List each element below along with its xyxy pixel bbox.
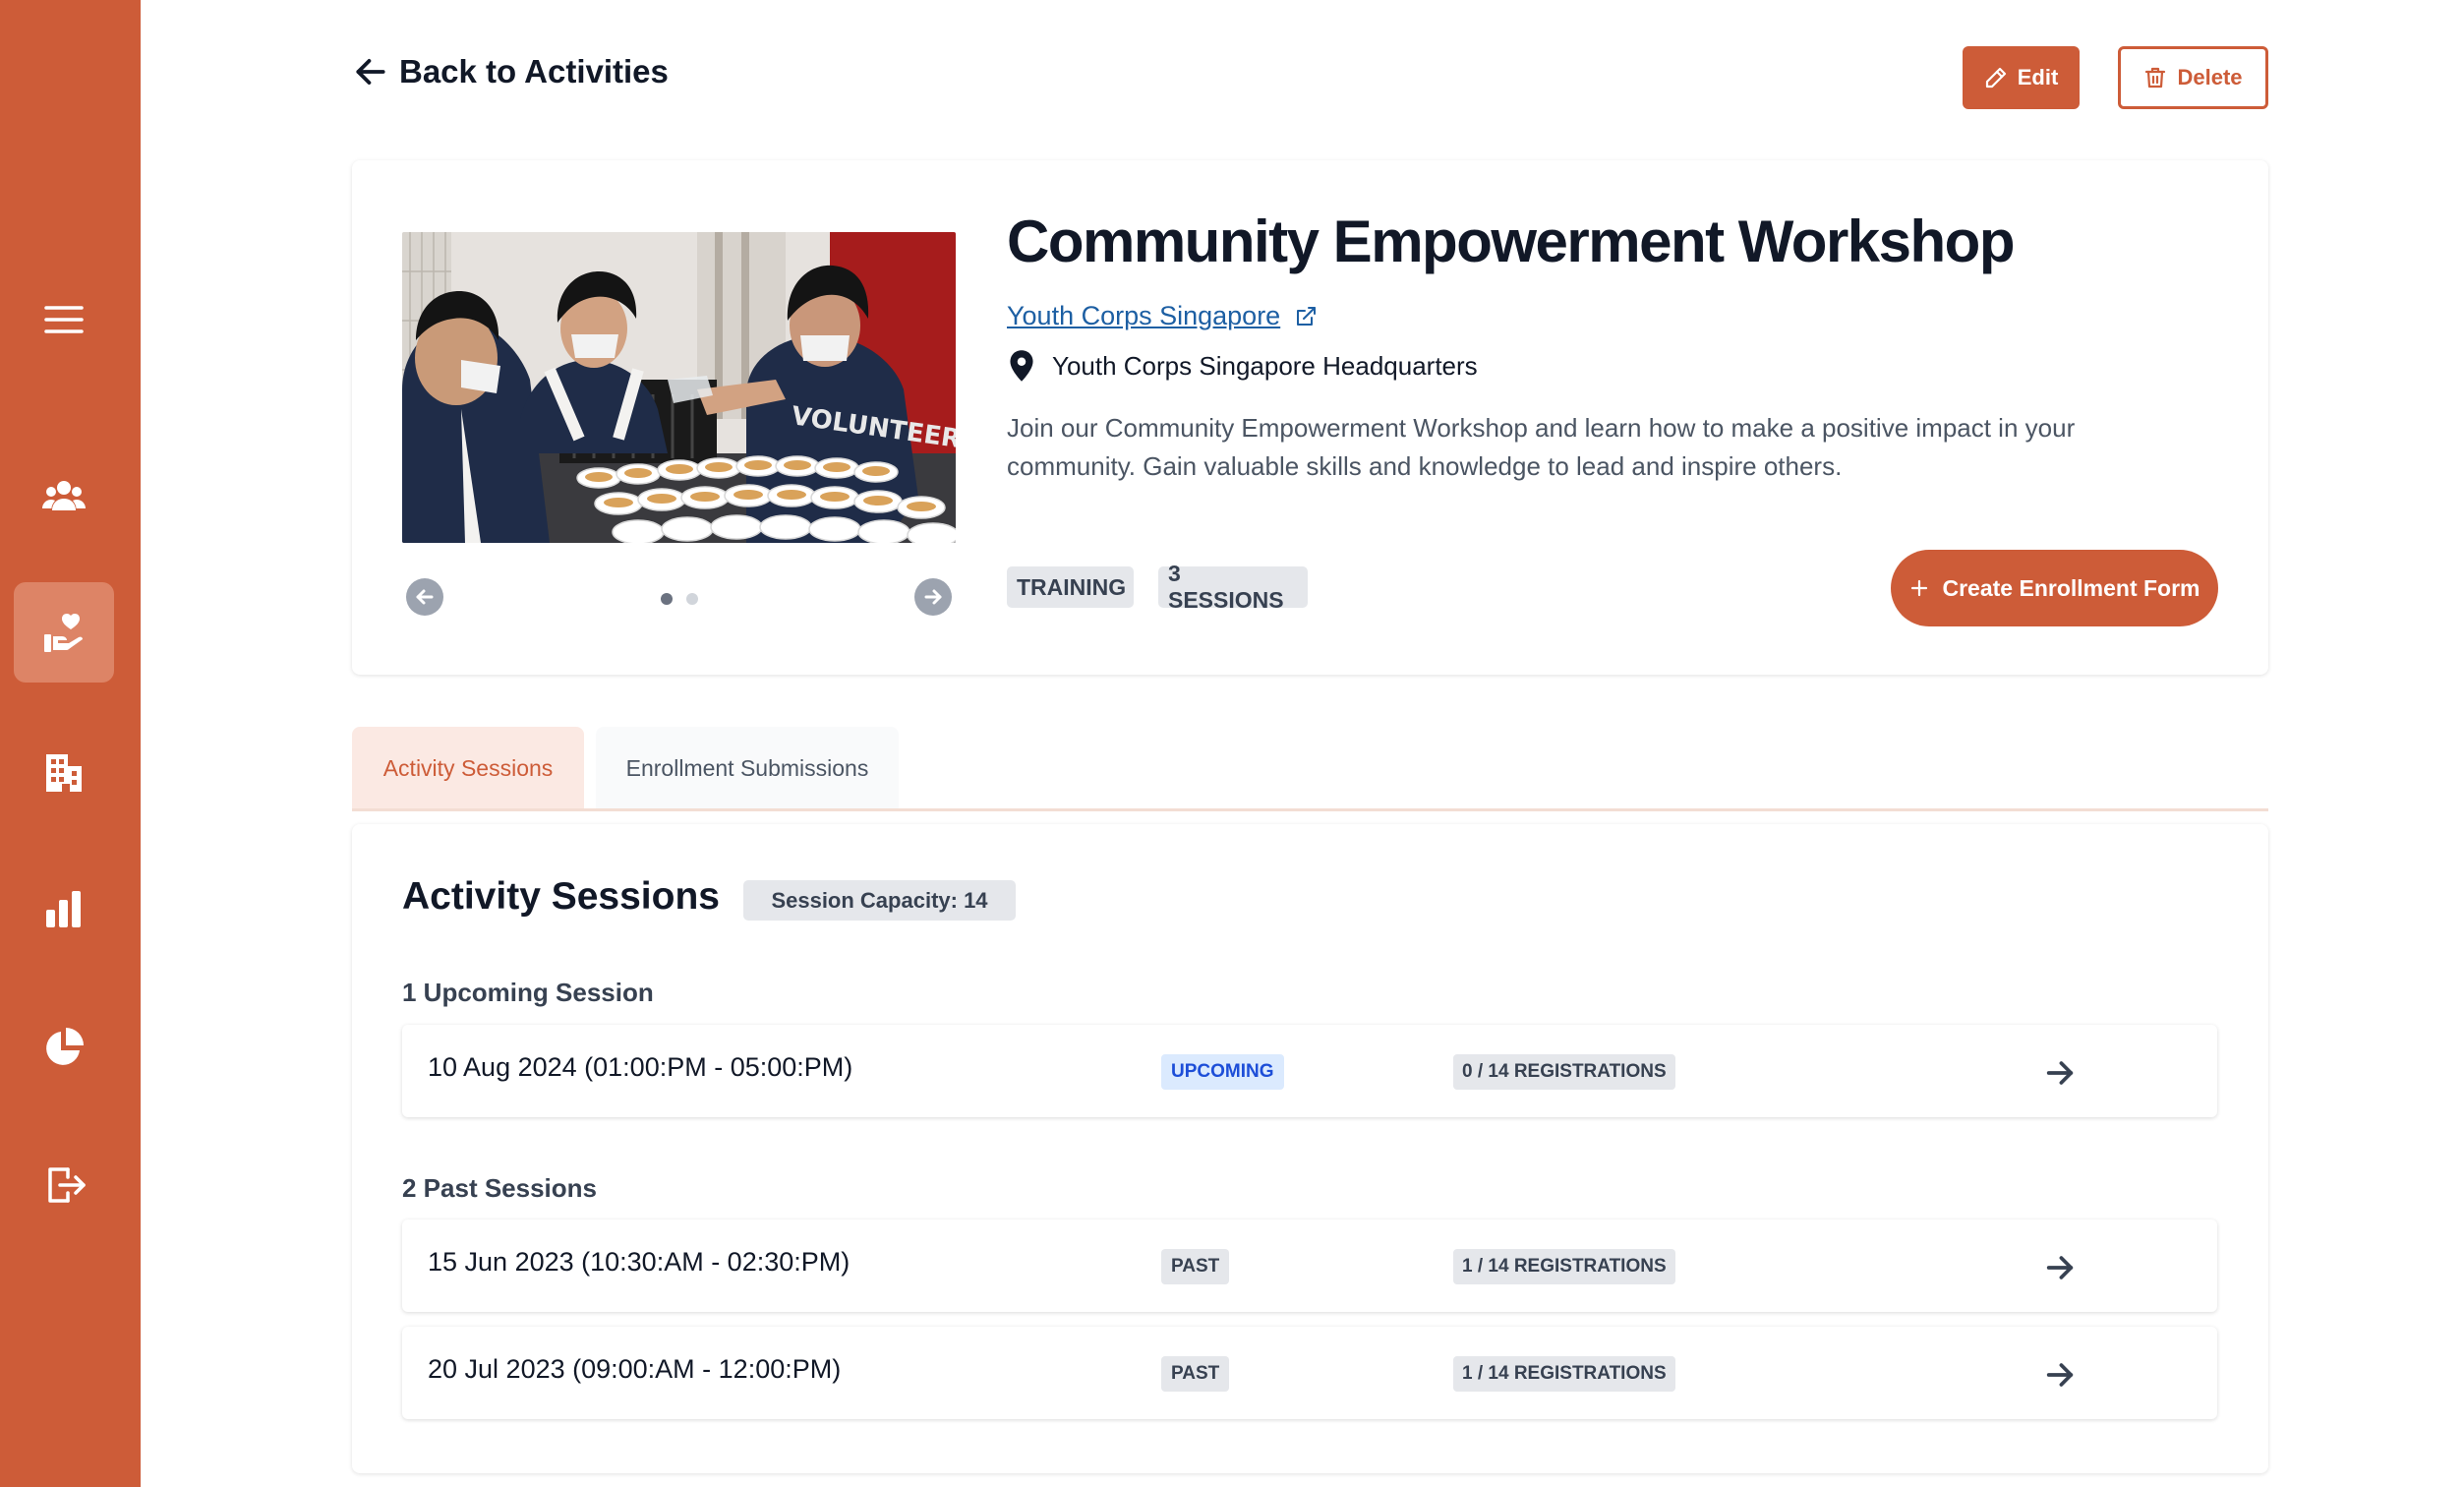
carousel-dot[interactable] <box>661 593 673 605</box>
session-row[interactable]: 15 Jun 2023 (10:30:AM - 02:30:PM) PAST 1… <box>402 1219 2217 1312</box>
capacity-badge: Session Capacity: 14 <box>743 880 1016 921</box>
tab-enrollment-submissions[interactable]: Enrollment Submissions <box>596 727 899 809</box>
upcoming-sessions-heading: 1 Upcoming Session <box>402 978 654 1007</box>
status-badge: PAST <box>1161 1356 1230 1392</box>
plus-icon <box>1910 579 1927 597</box>
back-label: Back to Activities <box>399 53 669 89</box>
building-icon <box>46 754 82 792</box>
map-pin-icon <box>1010 350 1033 382</box>
sidebar-item-reports[interactable] <box>14 860 114 960</box>
sidebar-item-logout[interactable] <box>14 1135 114 1235</box>
sidebar-item-activities[interactable] <box>14 582 114 683</box>
edit-button[interactable]: Edit <box>1963 46 2080 109</box>
pencil-icon <box>1985 67 2006 89</box>
logout-icon <box>48 1167 86 1203</box>
carousel-dot[interactable] <box>686 593 698 605</box>
arrow-right-icon[interactable] <box>2043 1358 2077 1392</box>
activity-type-tag: TRAINING <box>1007 566 1134 608</box>
delete-label: Delete <box>2177 65 2243 89</box>
create-enrollment-form-button[interactable]: Create Enrollment Form <box>1891 550 2218 626</box>
status-badge: PAST <box>1161 1249 1230 1284</box>
arrow-right-icon <box>924 589 942 605</box>
registrations-badge: 1 / 14 REGISTRATIONS <box>1453 1356 1675 1392</box>
arrow-right-icon[interactable] <box>2043 1251 2077 1284</box>
tab-divider <box>352 808 2268 811</box>
session-date: 10 Aug 2024 (01:00:PM - 05:00:PM) <box>428 1052 853 1082</box>
volunteer-icon <box>44 614 83 652</box>
sessions-card: Activity Sessions Session Capacity: 14 1… <box>352 824 2268 1473</box>
activity-title: Community Empowerment Workshop <box>1007 208 2015 274</box>
session-row[interactable]: 10 Aug 2024 (01:00:PM - 05:00:PM) UPCOMI… <box>402 1025 2217 1117</box>
activity-card: VOLUNTEER Community Empowerment Workshop… <box>352 160 2268 675</box>
sidebar-item-users[interactable] <box>14 446 114 547</box>
session-date: 15 Jun 2023 (10:30:AM - 02:30:PM) <box>428 1247 851 1277</box>
status-badge: UPCOMING <box>1161 1054 1284 1090</box>
sessions-title: Activity Sessions <box>402 875 720 918</box>
session-date: 20 Jul 2023 (09:00:AM - 12:00:PM) <box>428 1354 842 1384</box>
external-link-icon <box>1297 306 1317 326</box>
back-to-activities-link[interactable]: Back to Activities <box>352 53 669 90</box>
pie-chart-icon <box>46 1028 84 1065</box>
session-row[interactable]: 20 Jul 2023 (09:00:AM - 12:00:PM) PAST 1… <box>402 1327 2217 1419</box>
carousel-dots <box>661 593 698 605</box>
create-enrollment-label: Create Enrollment Form <box>1942 574 2200 601</box>
organization-link[interactable]: Youth Corps Singapore <box>1007 301 1318 331</box>
organization-name: Youth Corps Singapore <box>1007 301 1281 330</box>
activity-location: Youth Corps Singapore Headquarters <box>1007 349 1478 383</box>
carousel-next-button[interactable] <box>914 578 952 616</box>
sidebar-item-analytics[interactable] <box>14 997 114 1098</box>
arrow-right-icon[interactable] <box>2043 1056 2077 1090</box>
arrow-left-icon <box>416 589 434 605</box>
tab-activity-sessions[interactable]: Activity Sessions <box>352 727 584 809</box>
location-text: Youth Corps Singapore Headquarters <box>1052 350 1478 381</box>
delete-button[interactable]: Delete <box>2118 46 2268 109</box>
carousel-prev-button[interactable] <box>406 578 443 616</box>
activity-description: Join our Community Empowerment Workshop … <box>1007 413 2076 481</box>
bar-chart-icon <box>46 891 81 927</box>
sidebar-item-organizations[interactable] <box>14 722 114 822</box>
sidebar <box>0 0 141 1487</box>
users-icon <box>42 481 86 510</box>
activity-photo: VOLUNTEER <box>402 232 956 543</box>
trash-icon <box>2145 67 2166 89</box>
registrations-badge: 0 / 14 REGISTRATIONS <box>1453 1054 1675 1090</box>
arrow-left-icon <box>356 59 385 85</box>
edit-label: Edit <box>2017 65 2059 89</box>
session-count-tag: 3 SESSIONS <box>1158 561 1308 613</box>
registrations-badge: 1 / 14 REGISTRATIONS <box>1453 1249 1675 1284</box>
past-sessions-heading: 2 Past Sessions <box>402 1173 597 1203</box>
menu-icon[interactable] <box>14 269 114 370</box>
